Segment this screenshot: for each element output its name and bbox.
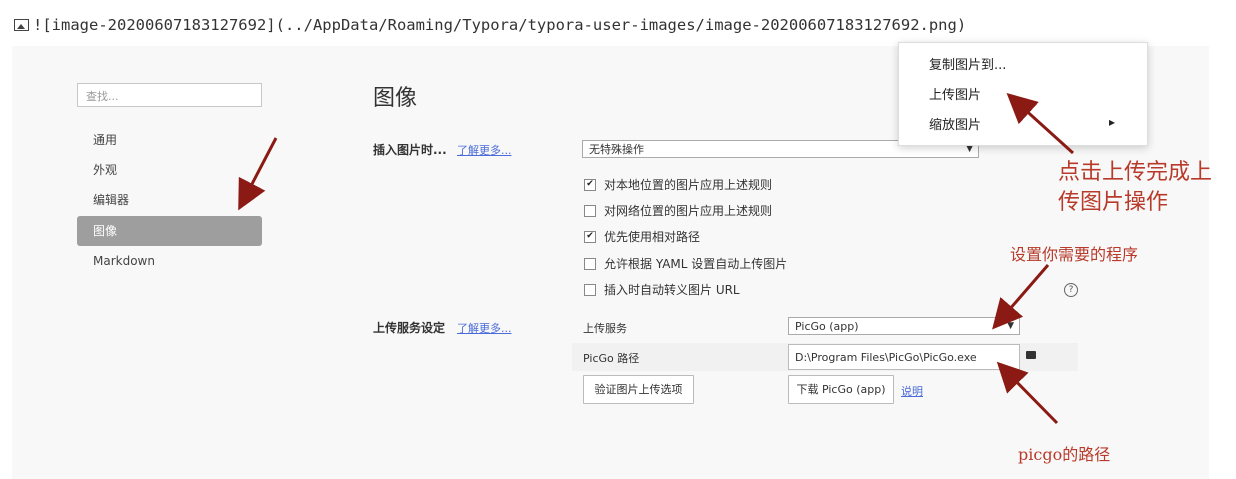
arrow-to-upload-menu [1006,92,1075,155]
annotation-arrows [238,92,1075,425]
arrow-to-service-select [992,264,1050,330]
arrow-to-image-nav [238,137,278,211]
arrow-to-path-field [996,361,1059,425]
